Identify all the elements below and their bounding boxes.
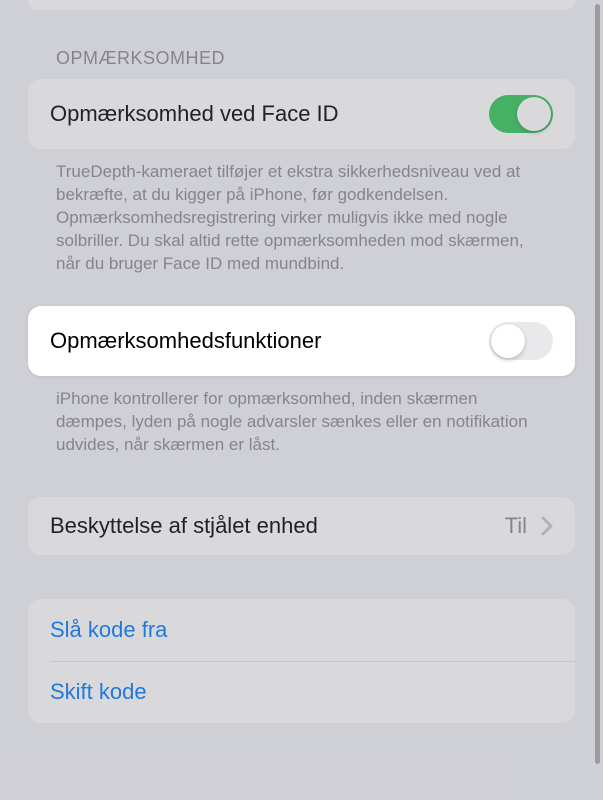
- attention-header: OPMÆRKSOMHED: [56, 48, 575, 69]
- disable-passcode-row[interactable]: Slå kode fra: [28, 599, 575, 661]
- attention-features-label: Opmærksomhedsfunktioner: [50, 328, 321, 354]
- attention-features-toggle[interactable]: [489, 322, 553, 360]
- faceid-attention-row[interactable]: Opmærksomhed ved Face ID: [28, 79, 575, 149]
- scrollbar[interactable]: [595, 4, 600, 764]
- settings-page: OPMÆRKSOMHED Opmærksomhed ved Face ID Tr…: [0, 0, 603, 800]
- passcode-group: Slå kode fra Skift kode: [28, 599, 575, 723]
- faceid-attention-label: Opmærksomhed ved Face ID: [50, 101, 339, 127]
- toggle-knob-icon: [491, 324, 525, 358]
- attention-features-footer: iPhone kontrollerer for opmærksomhed, in…: [56, 388, 547, 457]
- faceid-attention-toggle[interactable]: [489, 95, 553, 133]
- stolen-device-value: Til: [505, 513, 527, 539]
- attention-features-row-highlighted[interactable]: Opmærksomhedsfunktioner: [28, 306, 575, 376]
- nav-right: Til: [505, 513, 553, 539]
- previous-section-tail: [28, 0, 575, 10]
- disable-passcode-label: Slå kode fra: [50, 617, 167, 642]
- toggle-knob-icon: [517, 97, 551, 131]
- change-passcode-label: Skift kode: [50, 679, 147, 704]
- faceid-attention-footer: TrueDepth-kameraet tilføjer et ekstra si…: [56, 161, 547, 276]
- stolen-device-row[interactable]: Beskyttelse af stjålet enhed Til: [28, 497, 575, 555]
- stolen-device-label: Beskyttelse af stjålet enhed: [50, 513, 318, 539]
- chevron-right-icon: [541, 516, 553, 536]
- change-passcode-row[interactable]: Skift kode: [28, 661, 575, 723]
